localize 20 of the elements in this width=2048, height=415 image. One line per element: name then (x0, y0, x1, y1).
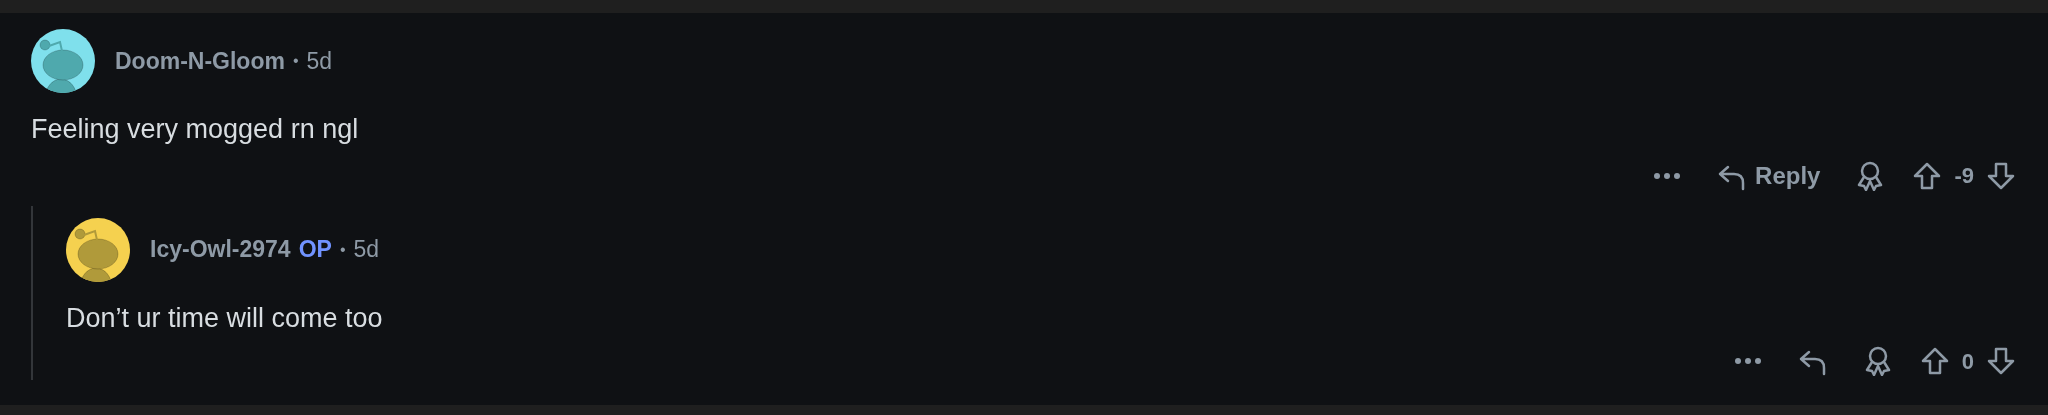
upvote-icon (1919, 346, 1950, 376)
downvote-icon (1986, 160, 2016, 191)
timestamp: 5d (353, 235, 380, 265)
comment-text: Feeling very mogged rn ngl (31, 113, 359, 146)
vote-count: 0 (1961, 347, 1974, 376)
award-icon (1863, 346, 1892, 376)
reply-button[interactable]: Reply (1705, 153, 1833, 198)
downvote-icon (1986, 346, 2016, 376)
award-icon (1856, 160, 1885, 191)
upvote-icon (1912, 160, 1943, 191)
username[interactable]: Doom-N-Gloom (115, 43, 285, 79)
comment-text: Don’t ur time will come too (66, 301, 383, 335)
username[interactable]: Icy-Owl-2974 (150, 232, 291, 267)
more-icon (1733, 357, 1762, 365)
more-icon (1653, 171, 1682, 180)
op-label: OP (298, 235, 332, 265)
separator-dot: • (292, 51, 299, 71)
separator-dot: • (339, 239, 346, 260)
timestamp: 5d (306, 46, 333, 76)
vote-count: -9 (1954, 162, 1974, 190)
